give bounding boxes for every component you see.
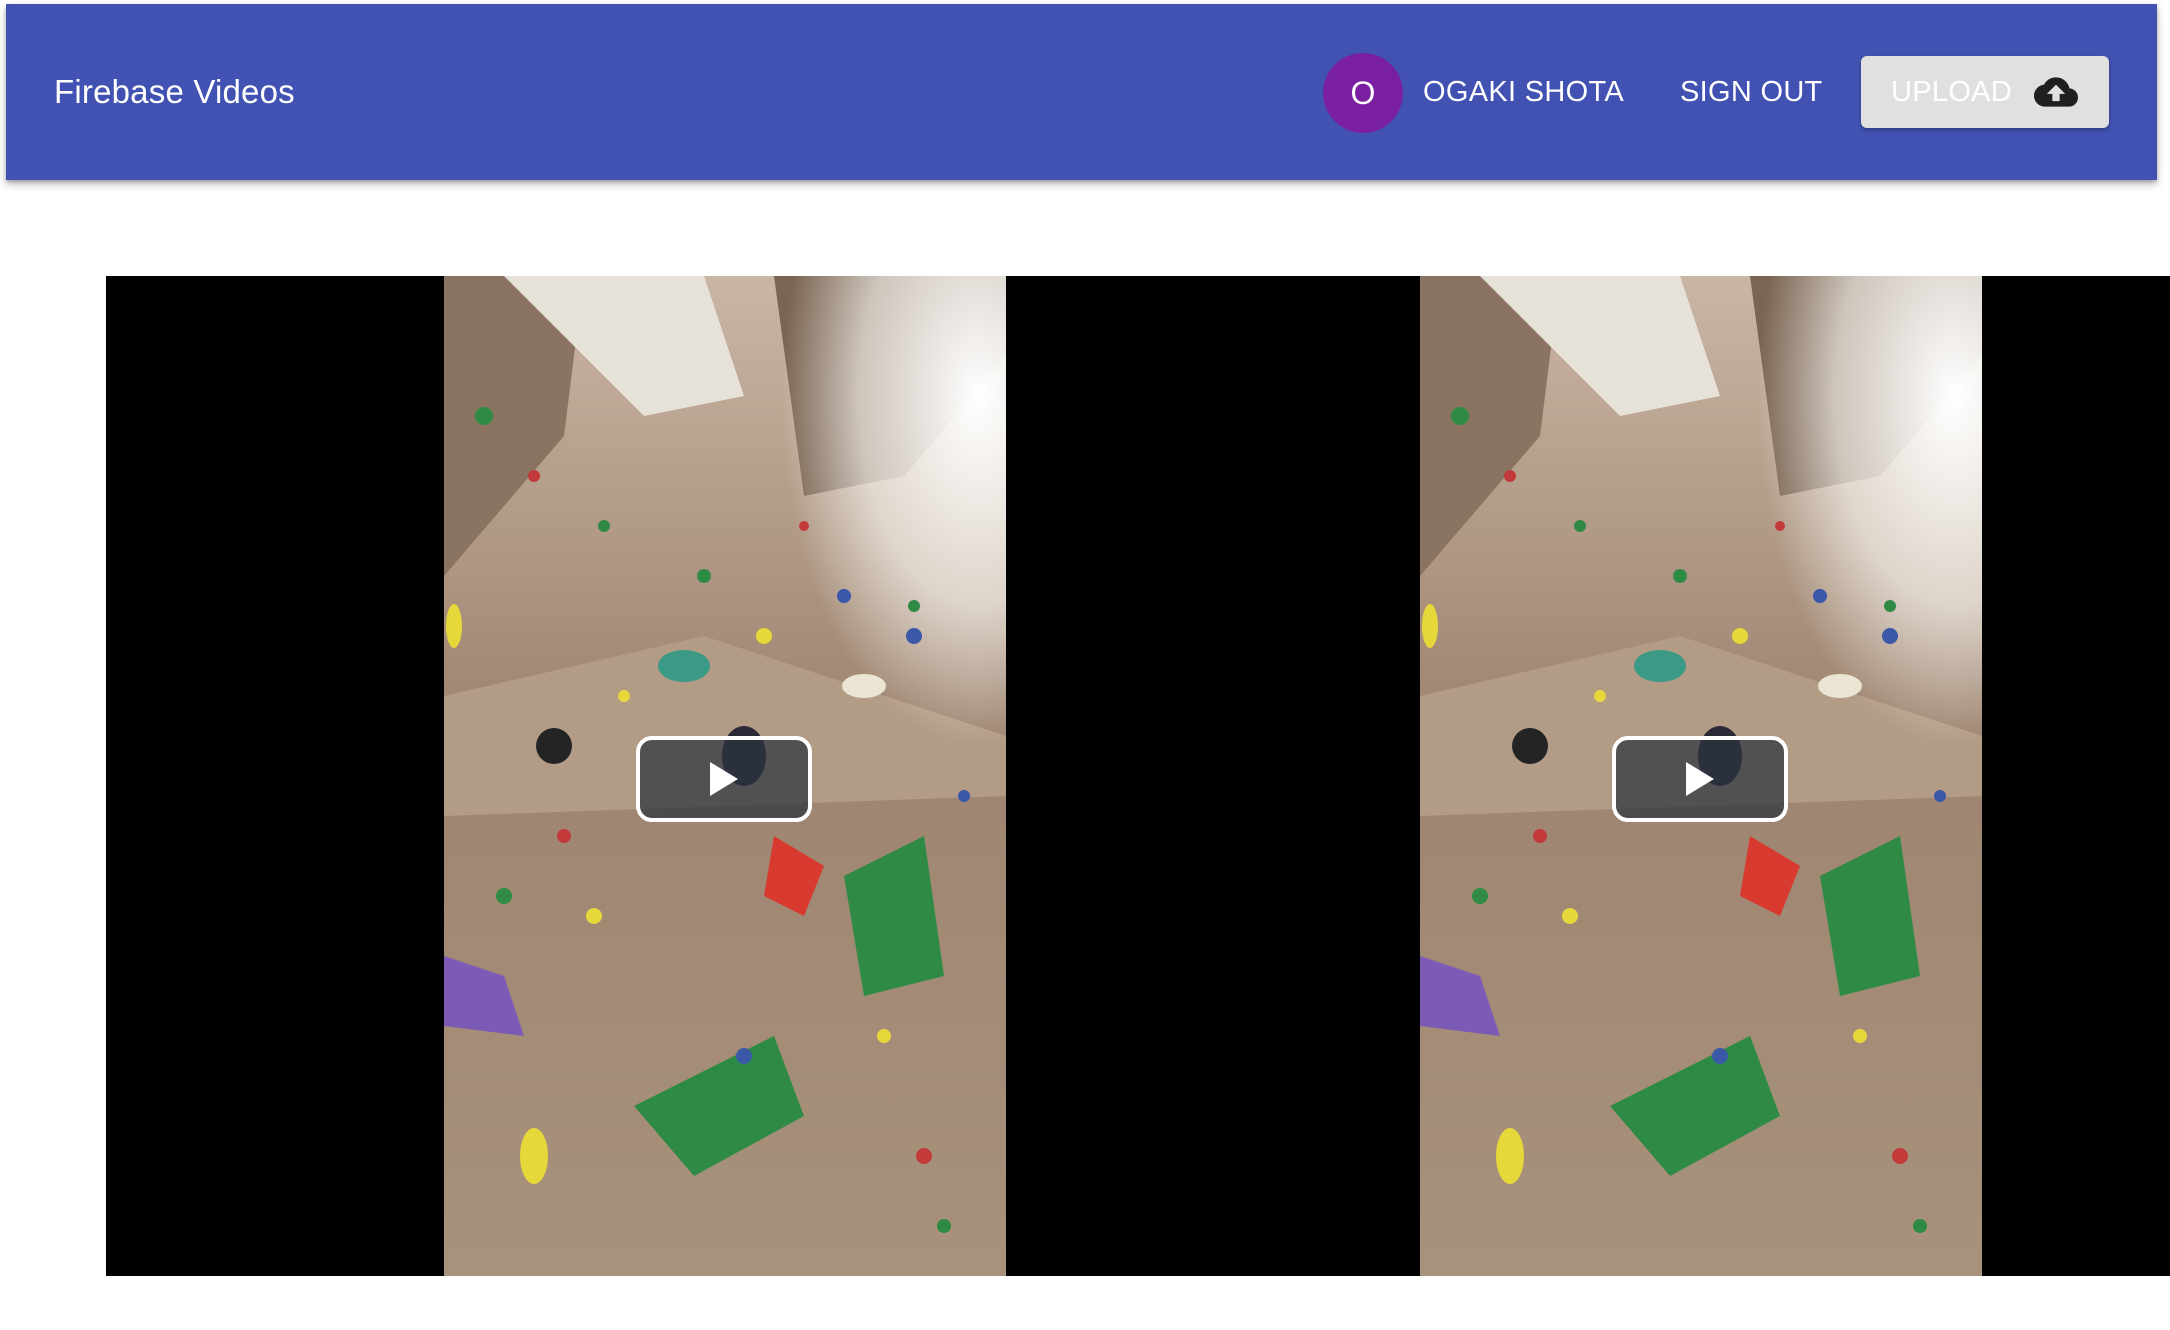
page: Firebase Videos O OGAKI SHOTA SIGN OUT U… [0,0,2170,1330]
sign-out-button[interactable]: SIGN OUT [1666,59,1837,125]
user-avatar[interactable]: O [1323,53,1403,133]
video-player[interactable] [1084,276,2170,1276]
play-icon [710,762,738,796]
cloud-upload-icon [2034,77,2078,107]
upload-button-label: UPLOAD [1891,76,2013,108]
upload-button[interactable]: UPLOAD [1861,56,2109,128]
play-icon [1686,762,1714,796]
user-name: OGAKI SHOTA [1423,76,1624,108]
play-button[interactable] [636,736,812,822]
app-bar: Firebase Videos O OGAKI SHOTA SIGN OUT U… [6,4,2157,180]
play-button[interactable] [1612,736,1788,822]
video-player[interactable] [106,276,1084,1276]
app-title: Firebase Videos [54,73,295,110]
